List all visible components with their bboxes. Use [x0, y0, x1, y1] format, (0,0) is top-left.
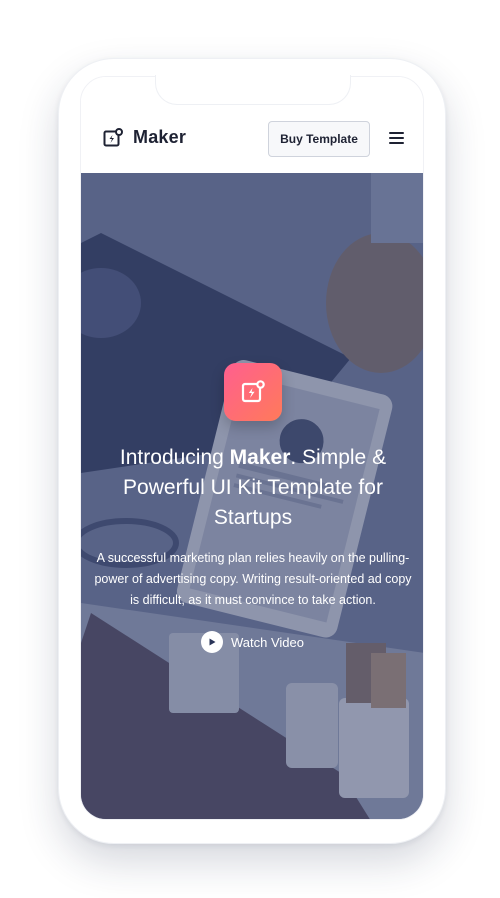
brand[interactable]: Maker [103, 127, 186, 148]
headline-brand: Maker [229, 446, 291, 469]
maker-logo-icon [241, 380, 265, 403]
hero-section: Introducing Maker. Simple & Powerful UI … [81, 173, 423, 819]
maker-logo-icon [103, 127, 123, 146]
buy-template-button[interactable]: Buy Template [268, 121, 370, 157]
watch-video-button[interactable]: Watch Video [201, 631, 304, 653]
brand-name: Maker [133, 127, 187, 147]
phone-notch [155, 75, 351, 105]
play-icon [201, 631, 223, 653]
hero-description: A successful marketing plan relies heavi… [94, 551, 412, 607]
watch-video-label: Watch Video [231, 634, 304, 650]
hero-headline: Introducing Maker. Simple & Powerful UI … [119, 446, 387, 529]
hero-logo-badge [224, 363, 282, 421]
hamburger-menu-icon[interactable] [389, 132, 404, 146]
phone-screen: Maker Buy Template Introducing Maker. Si… [80, 76, 424, 820]
